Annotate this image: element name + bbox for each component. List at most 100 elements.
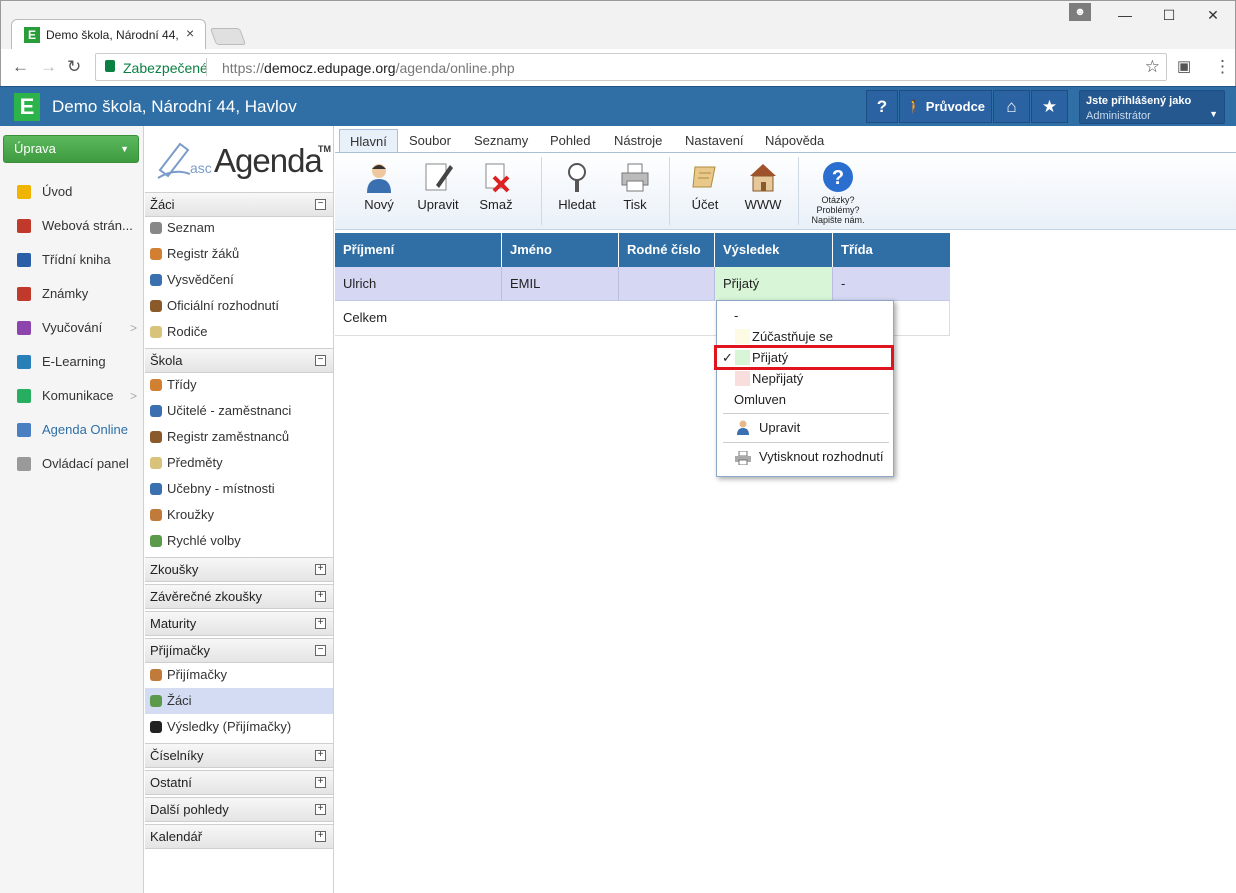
user-menu[interactable]: Jste přihlášený jako Administrátor ▼ [1079, 90, 1225, 124]
dropdown-item-rejected[interactable]: Nepřijatý [717, 368, 893, 389]
ribbon-tab[interactable]: Hlavní [339, 129, 398, 153]
expand-icon[interactable]: + [315, 804, 326, 815]
forward-icon[interactable]: → [40, 57, 57, 77]
bookmark-star-icon[interactable]: ☆ [1145, 57, 1160, 77]
favorites-button[interactable]: ★ [1031, 90, 1068, 123]
expand-icon[interactable]: + [315, 591, 326, 602]
main-menu-item[interactable]: Komunikace > [0, 379, 143, 413]
section-header-ciselniky[interactable]: Číselníky + [145, 743, 333, 768]
teaching-icon [17, 321, 31, 335]
menu-dots-icon[interactable]: ⋮ [1214, 57, 1231, 77]
new-tab-button[interactable] [209, 28, 247, 45]
agenda-item[interactable]: Rychlé volby [145, 528, 333, 554]
agenda-item[interactable]: Registr žáků [145, 241, 333, 267]
agenda-item[interactable]: Výsledky (Přijímačky) [145, 714, 333, 740]
cell-class[interactable]: - [833, 267, 950, 301]
expand-icon[interactable]: + [315, 831, 326, 842]
account-button[interactable]: Účet [685, 161, 725, 212]
agenda-item[interactable]: Přijímačky [145, 662, 333, 688]
section-header-dalsi[interactable]: Další pohledy + [145, 797, 333, 822]
column-birth-number[interactable]: Rodné číslo [619, 233, 715, 267]
column-class[interactable]: Třída [833, 233, 950, 267]
expand-icon[interactable]: + [315, 750, 326, 761]
ribbon-tab[interactable]: Soubor [409, 129, 451, 153]
column-name[interactable]: Jméno [502, 233, 619, 267]
main-menu-item[interactable]: Vyučování > [0, 311, 143, 345]
section-header-zaci[interactable]: Žáci − [145, 192, 333, 217]
ribbon-tab[interactable]: Pohled [550, 129, 590, 153]
ribbon-tab[interactable]: Seznamy [474, 129, 528, 153]
main-menu-label: Vyučování [42, 320, 103, 335]
main-menu-item[interactable]: Známky [0, 277, 143, 311]
agenda-item[interactable]: Žáci [145, 688, 333, 714]
browser-tab[interactable]: E Demo škola, Národní 44, × [11, 19, 206, 49]
edit-button[interactable]: Upravit [413, 161, 463, 212]
close-window-button[interactable]: ✕ [1191, 1, 1235, 31]
section-header-zaverecne[interactable]: Závěrečné zkoušky + [145, 584, 333, 609]
section-header-zkousky[interactable]: Zkoušky + [145, 557, 333, 582]
section-header-maturity[interactable]: Maturity + [145, 611, 333, 636]
collapse-icon[interactable]: − [315, 645, 326, 656]
uprava-button[interactable]: Úprava ▼ [3, 135, 139, 163]
print-button[interactable]: Tisk [617, 161, 653, 212]
search-button[interactable]: Hledat [553, 161, 601, 212]
guide-button[interactable]: 🚶 Průvodce [899, 90, 992, 123]
main-menu-item[interactable]: E-Learning [0, 345, 143, 379]
delete-button[interactable]: Smaž [475, 161, 517, 212]
main-menu-item[interactable]: Třídní kniha [0, 243, 143, 277]
collapse-icon[interactable]: − [315, 355, 326, 366]
agenda-item-icon [150, 405, 162, 417]
collapse-icon[interactable]: − [315, 199, 326, 210]
url-field[interactable]: Zabezpečené https://democz.edupage.org/a… [95, 53, 1167, 81]
agenda-item[interactable]: Vysvědčení [145, 267, 333, 293]
agenda-item[interactable]: Učebny - místnosti [145, 476, 333, 502]
profile-icon[interactable]: ☻ [1069, 3, 1091, 21]
cast-icon[interactable]: ▣ [1177, 57, 1191, 75]
expand-icon[interactable]: + [315, 618, 326, 629]
cell-result[interactable]: Přijatý [715, 267, 833, 301]
table-row[interactable]: Ulrich EMIL Přijatý - [335, 267, 950, 301]
www-button[interactable]: WWW [743, 161, 783, 212]
agenda-item[interactable]: Třídy [145, 372, 333, 398]
dropdown-edit[interactable]: Upravit [717, 417, 893, 438]
dropdown-print-decision[interactable]: Vytisknout rozhodnutí [717, 446, 893, 467]
ribbon-tab[interactable]: Nápověda [765, 129, 824, 153]
tab-close-icon[interactable]: × [186, 25, 194, 41]
cell-birth-number[interactable] [619, 267, 715, 301]
expand-icon[interactable]: + [315, 564, 326, 575]
agenda-item[interactable]: Učitelé - zaměstnanci [145, 398, 333, 424]
section-header-skola[interactable]: Škola − [145, 348, 333, 373]
ribbon-tab[interactable]: Nástroje [614, 129, 662, 153]
agenda-item[interactable]: Kroužky [145, 502, 333, 528]
column-result[interactable]: Výsledek [715, 233, 833, 267]
agenda-item[interactable]: Předměty [145, 450, 333, 476]
column-surname[interactable]: Příjmení [335, 233, 502, 267]
agenda-item[interactable]: Seznam [145, 215, 333, 241]
dropdown-item-none[interactable]: - [717, 305, 893, 326]
section-header-ostatni[interactable]: Ostatní + [145, 770, 333, 795]
main-menu-item[interactable]: Ovládací panel [0, 447, 143, 481]
expand-icon[interactable]: + [315, 777, 326, 788]
new-button[interactable]: Nový [357, 161, 401, 212]
ribbon-tab[interactable]: Nastavení [685, 129, 744, 153]
cell-surname[interactable]: Ulrich [335, 267, 502, 301]
questions-button[interactable]: ? Otázky? Problémy? Napište nám. [807, 161, 869, 225]
main-menu-item[interactable]: Webová strán... [0, 209, 143, 243]
agenda-item[interactable]: Oficiální rozhodnutí [145, 293, 333, 319]
dropdown-item-excused[interactable]: Omluven [717, 389, 893, 410]
cell-name[interactable]: EMIL [502, 267, 619, 301]
maximize-button[interactable]: ☐ [1147, 1, 1191, 31]
dropdown-item-participating[interactable]: Zúčastňuje se [717, 326, 893, 347]
home-button[interactable]: ⌂ [993, 90, 1030, 123]
help-button[interactable]: ? [866, 90, 898, 123]
agenda-item[interactable]: Rodiče [145, 319, 333, 345]
edupage-logo[interactable]: E [14, 93, 40, 121]
section-header-prijimacky[interactable]: Přijímačky − [145, 638, 333, 663]
main-menu-item[interactable]: Úvod [0, 175, 143, 209]
agenda-item[interactable]: Registr zaměstnanců [145, 424, 333, 450]
section-header-kalendar[interactable]: Kalendář + [145, 824, 333, 849]
main-menu-item[interactable]: Agenda Online [0, 413, 143, 447]
reload-icon[interactable]: ↻ [67, 57, 81, 77]
minimize-button[interactable]: — [1103, 1, 1147, 31]
back-icon[interactable]: ← [12, 57, 29, 77]
